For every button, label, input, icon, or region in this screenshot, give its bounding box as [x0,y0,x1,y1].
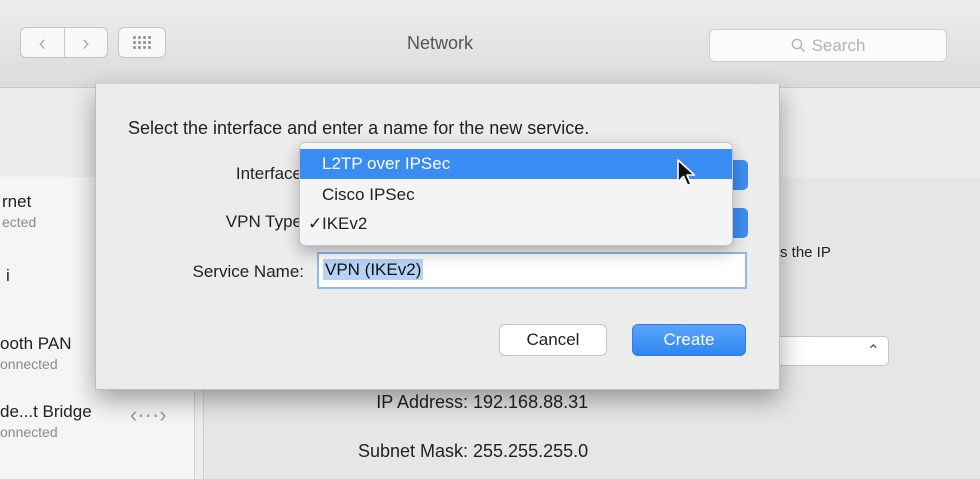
interface-label: Interface [235,164,302,183]
subnet-mask-label: Subnet Mask: [357,441,468,461]
service-status: onnected [0,424,58,440]
service-name-input[interactable]: VPN (IKEv2) [317,252,747,289]
service-item[interactable]: rnet ected [2,192,36,230]
menu-item-ikev2[interactable]: ✓ IKEv2 [300,209,732,239]
service-item[interactable]: i [6,266,10,286]
service-name: ooth PAN [0,334,72,353]
service-name: rnet [2,192,32,211]
vpn-type-menu: L2TP over IPSec Cisco IPSec ✓ IKEv2 [299,142,733,246]
service-item[interactable]: de...t Bridge onnected [0,402,92,440]
search-icon [791,38,805,53]
service-name-label: Service Name: [192,262,304,281]
subnet-mask-row: Subnet Mask: 255.255.255.0 [330,441,588,462]
service-status: ected [2,214,37,230]
service-name-value: VPN (IKEv2) [323,259,424,280]
service-name: de...t Bridge [0,402,92,421]
ip-address-row: IP Address: 192.168.88.31 [330,392,588,413]
search-field[interactable]: Search [709,29,947,62]
menu-item-label: Cisco IPSec [322,185,415,204]
window-toolbar: ‹ › Network Search [0,0,980,88]
updown-chevron-icon: ⌃ [866,343,880,360]
bridge-icon: ‹···› [130,402,167,427]
vpn-type-label: VPN Type [225,212,302,231]
sheet-prompt: Select the interface and enter a name fo… [128,118,590,138]
menu-item-label: IKEv2 [322,214,368,233]
ip-address-label: IP Address: [376,392,468,412]
ip-address-value: 192.168.88.31 [473,392,589,412]
create-button[interactable]: Create [632,324,746,356]
checkmark-icon: ✓ [308,214,323,233]
detail-partial-text: s the IP [780,244,831,261]
search-placeholder: Search [811,35,866,55]
service-name: i [6,266,10,285]
mouse-pointer-icon [677,159,696,187]
menu-item-cisco-ipsec[interactable]: Cisco IPSec [300,180,732,210]
cancel-button[interactable]: Cancel [499,324,607,356]
service-item[interactable]: ooth PAN onnected [0,334,72,372]
menu-item-label: L2TP over IPSec [322,154,451,173]
menu-item-l2tp-over-ipsec[interactable]: L2TP over IPSec [300,149,732,179]
service-status: onnected [0,356,58,372]
subnet-mask-value: 255.255.255.0 [473,441,589,461]
